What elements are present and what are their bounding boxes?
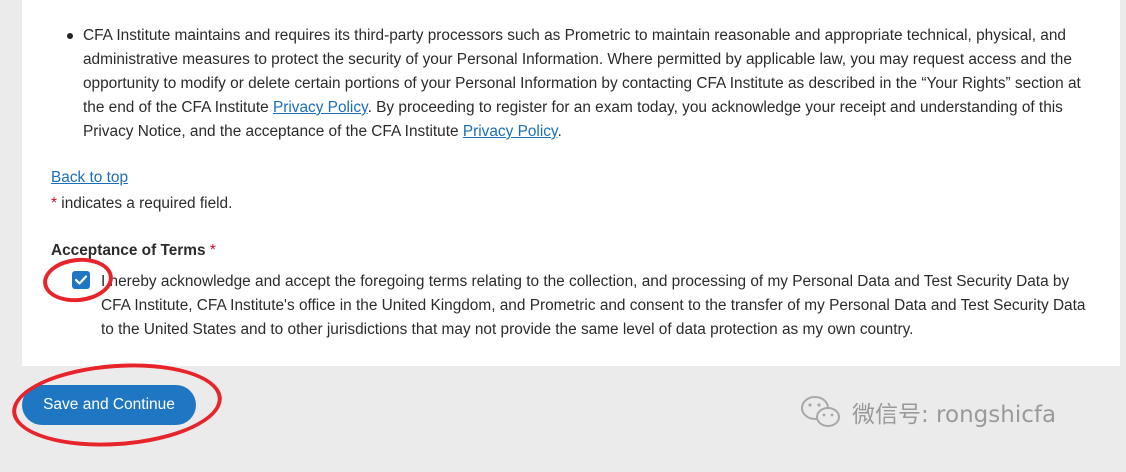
checkmark-icon: [75, 275, 87, 285]
acceptance-of-terms-heading: Acceptance of Terms *: [51, 240, 216, 262]
watermark-text: 微信号: rongshicfa: [852, 402, 1057, 428]
terms-heading-label: Acceptance of Terms: [51, 242, 206, 259]
save-and-continue-button[interactable]: Save and Continue: [22, 385, 196, 425]
required-asterisk: *: [209, 242, 216, 259]
accept-terms-checkbox[interactable]: [72, 271, 90, 289]
privacy-notice-item: CFA Institute maintains and requires its…: [62, 24, 1092, 144]
required-note-text: indicates a required field.: [57, 195, 233, 212]
privacy-policy-link[interactable]: Privacy Policy: [463, 123, 558, 140]
accept-terms-label: I hereby acknowledge and accept the fore…: [101, 273, 1086, 338]
privacy-notice-list: CFA Institute maintains and requires its…: [62, 24, 1092, 144]
back-to-top-link[interactable]: Back to top: [51, 167, 128, 189]
privacy-text-part-3: .: [557, 123, 562, 140]
privacy-policy-link[interactable]: Privacy Policy: [273, 99, 368, 116]
wechat-icon: [801, 396, 840, 427]
required-field-note: * indicates a required field.: [51, 193, 232, 215]
bullet-icon: [67, 33, 73, 39]
wechat-watermark: 微信号: rongshicfa: [800, 392, 1056, 432]
